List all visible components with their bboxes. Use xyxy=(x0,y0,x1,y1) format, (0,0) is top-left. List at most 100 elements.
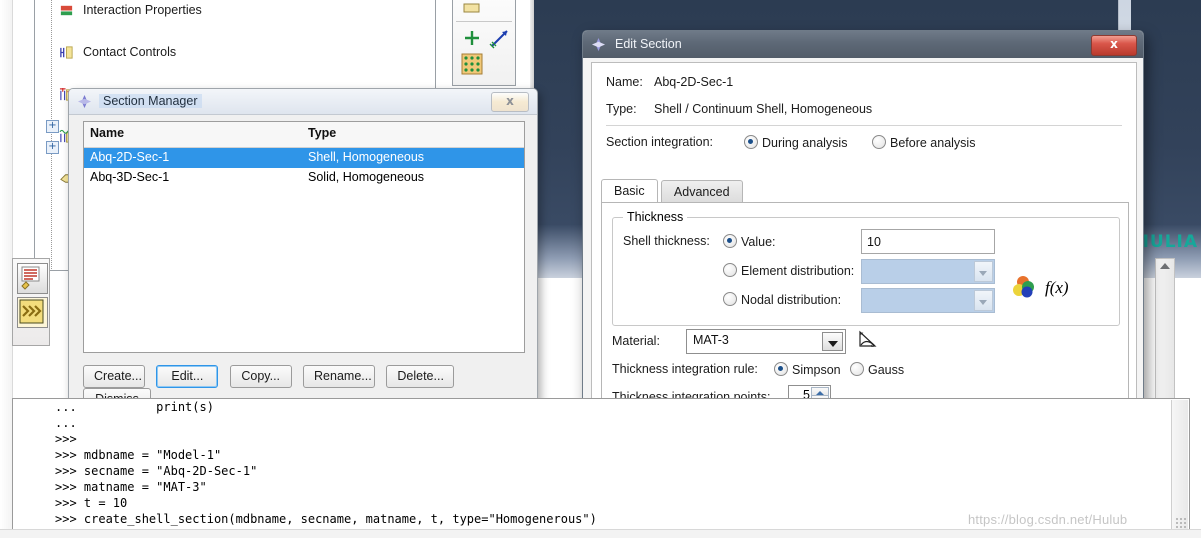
grid-points-tool-icon[interactable] xyxy=(461,53,483,75)
radio-during-analysis[interactable]: During analysis xyxy=(744,135,847,150)
element-distribution-combo xyxy=(861,259,995,284)
copy-section-button[interactable]: Copy... xyxy=(229,365,292,388)
edit-section-body: Name: Abq-2D-Sec-1 Type: Shell / Continu… xyxy=(591,62,1137,444)
section-name-cell: Abq-3D-Sec-1 xyxy=(90,170,170,184)
basic-tab-panel: Thickness Shell thickness: Value: Elemen… xyxy=(601,202,1129,416)
name-value: Abq-2D-Sec-1 xyxy=(654,75,734,89)
run-script-button[interactable] xyxy=(17,297,48,328)
section-manager-dialog: Section Manager x Name Type Abq-2D-Sec-1… xyxy=(68,88,538,411)
material-editor-icon[interactable]: σ ε xyxy=(858,329,878,349)
chevron-down-icon xyxy=(974,290,993,311)
material-value: MAT-3 xyxy=(693,333,729,347)
chevron-down-icon xyxy=(974,261,993,282)
console-scrollbar[interactable] xyxy=(1171,400,1188,530)
abaqus-diamond-icon xyxy=(77,94,92,109)
console-line: >>> xyxy=(55,432,77,446)
radio-before-analysis[interactable]: Before analysis xyxy=(872,135,975,150)
section-manager-titlebar[interactable]: Section Manager x xyxy=(69,89,537,115)
tree-expand-toggle-2[interactable]: + xyxy=(46,141,59,154)
material-label: Material: xyxy=(612,334,660,348)
close-icon: x xyxy=(1110,37,1118,51)
section-manager-title: Section Manager xyxy=(99,94,202,108)
section-list[interactable]: Name Type Abq-2D-Sec-1 Shell, Homogeneou… xyxy=(83,121,525,353)
window-bottom-strip xyxy=(0,529,1201,538)
edit-section-button[interactable]: Edit... xyxy=(156,365,219,388)
tree-item-label: Contact Controls xyxy=(83,45,177,59)
radio-label: Value: xyxy=(741,235,776,249)
create-section-button[interactable]: Create... xyxy=(83,365,145,388)
radio-label: Element distribution: xyxy=(741,264,855,278)
console-line: >>> secname = "Abq-2D-Sec-1" xyxy=(55,464,258,478)
svg-text:ε: ε xyxy=(871,343,874,349)
radio-indicator xyxy=(723,292,737,306)
tab-advanced[interactable]: Advanced xyxy=(660,180,743,203)
radio-indicator xyxy=(744,135,758,149)
resize-grip-icon[interactable] xyxy=(1175,517,1187,529)
radio-indicator xyxy=(774,362,788,376)
run-script-icon xyxy=(19,299,44,324)
module-toolbar xyxy=(452,0,516,86)
measure-distance-tool-icon[interactable] xyxy=(489,27,511,49)
scroll-up-arrow-icon[interactable] xyxy=(1160,263,1170,269)
add-point-tool-icon[interactable] xyxy=(463,29,481,47)
thickness-groupbox: Thickness Shell thickness: Value: Elemen… xyxy=(612,210,1120,326)
delete-section-button[interactable]: Delete... xyxy=(386,365,455,388)
shell-thickness-label: Shell thickness: xyxy=(623,234,710,248)
module-side-toolbar xyxy=(12,258,50,346)
tab-strip: Basic Advanced xyxy=(601,179,743,203)
tree-item-interaction-properties[interactable]: Interaction Properties xyxy=(35,0,435,21)
svg-text:σ: σ xyxy=(860,331,864,337)
section-manager-close-button[interactable]: x xyxy=(491,92,529,112)
toolbar-separator xyxy=(456,21,512,22)
tab-basic[interactable]: Basic xyxy=(601,179,658,203)
radio-indicator xyxy=(850,362,864,376)
radio-label: Before analysis xyxy=(890,136,976,150)
radio-simpson[interactable]: Simpson xyxy=(774,362,841,377)
tree-item-label: Interaction Properties xyxy=(83,3,202,17)
section-type-cell: Shell, Homogeneous xyxy=(308,150,425,164)
type-value: Shell / Continuum Shell, Homogeneous xyxy=(654,102,873,116)
edit-keywords-icon xyxy=(21,266,40,290)
integration-rule-label: Thickness integration rule: xyxy=(612,362,758,376)
thickness-group-label: Thickness xyxy=(623,210,688,224)
edit-section-titlebar[interactable]: Edit Section x xyxy=(583,31,1143,58)
radio-label: Nodal distribution: xyxy=(741,293,842,307)
tree-expand-toggle-1[interactable]: + xyxy=(46,120,59,133)
fx-label: f(x) xyxy=(1045,278,1069,297)
close-icon: x xyxy=(506,94,514,108)
note-tool-icon[interactable] xyxy=(463,1,481,17)
rename-section-button[interactable]: Rename... xyxy=(303,365,376,388)
radio-gauss[interactable]: Gauss xyxy=(850,362,904,377)
section-list-header: Name Type xyxy=(84,122,524,148)
edit-keywords-button[interactable] xyxy=(17,263,48,294)
shell-thickness-input[interactable] xyxy=(861,229,995,254)
radio-element-distribution[interactable]: Element distribution: xyxy=(723,263,854,278)
table-row[interactable]: Abq-3D-Sec-1 Solid, Homogeneous xyxy=(84,168,524,188)
nodal-distribution-combo xyxy=(861,288,995,313)
column-header-type: Type xyxy=(308,126,337,140)
edit-section-title: Edit Section xyxy=(615,37,682,51)
abaqus-diamond-icon xyxy=(591,37,606,52)
watermark-text: https://blog.csdn.net/Hulub xyxy=(968,512,1128,527)
analytical-field-icon[interactable] xyxy=(1013,275,1039,299)
console-line: >>> matname = "MAT-3" xyxy=(55,480,207,494)
radio-nodal-distribution[interactable]: Nodal distribution: xyxy=(723,292,841,307)
console-line: ... print(s) xyxy=(55,400,214,414)
section-type-cell: Solid, Homogeneous xyxy=(308,170,425,184)
name-label: Name: xyxy=(606,75,643,89)
edit-section-close-button[interactable]: x xyxy=(1091,35,1137,56)
table-row[interactable]: Abq-2D-Sec-1 Shell, Homogeneous xyxy=(84,148,524,168)
console-line: ... xyxy=(55,416,77,430)
radio-label: Gauss xyxy=(868,363,905,377)
radio-thickness-value[interactable]: Value: xyxy=(723,234,776,249)
radio-indicator xyxy=(723,263,737,277)
radio-indicator xyxy=(723,234,737,248)
console-line: >>> mdbname = "Model-1" xyxy=(55,448,222,462)
contact-controls-icon xyxy=(60,46,73,59)
tree-item-contact-controls[interactable]: Contact Controls xyxy=(35,42,435,63)
chevron-down-icon[interactable] xyxy=(822,332,843,351)
console-line: >>> t = 10 xyxy=(55,496,128,510)
section-name-cell: Abq-2D-Sec-1 xyxy=(90,150,170,164)
divider xyxy=(606,125,1122,126)
material-combo[interactable]: MAT-3 xyxy=(686,329,846,354)
